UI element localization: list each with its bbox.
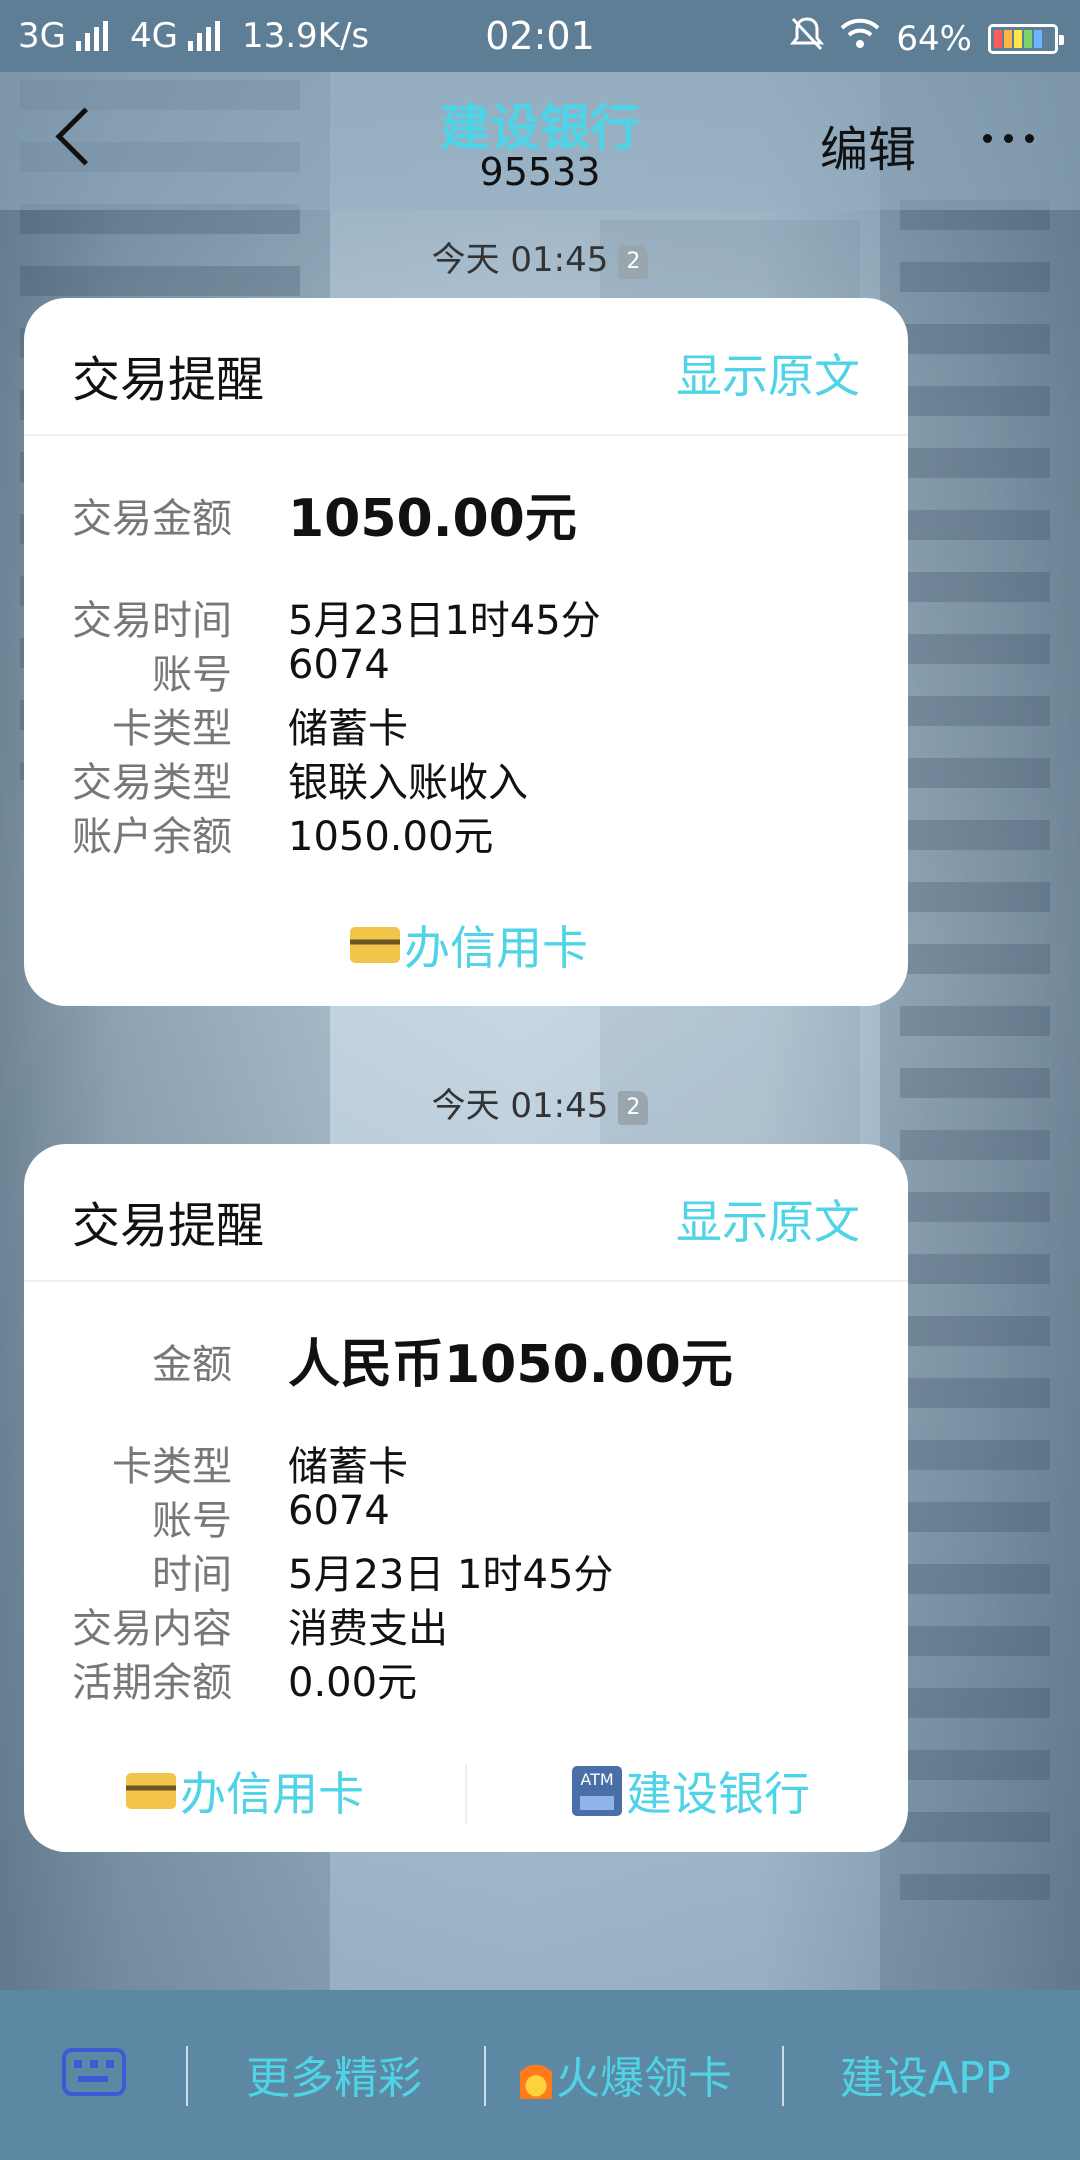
- atm-icon: ATM: [572, 1766, 622, 1816]
- credit-card-icon: [126, 1773, 176, 1809]
- menu-divider: [484, 2046, 486, 2106]
- detail-label: 账号: [152, 652, 232, 698]
- battery-percent: 64%: [896, 18, 972, 59]
- bottom-menu-bar: 更多精彩 火爆领卡 建设APP: [0, 1990, 1080, 2160]
- detail-row: 活期余额 0.00元: [24, 1650, 908, 1706]
- detail-label: 交易金额: [72, 496, 232, 542]
- detail-value: 银联入账收入: [288, 760, 528, 806]
- detail-row: 时间 5月23日 1时45分: [24, 1542, 908, 1598]
- transaction-card: 交易提醒 显示原文 金额 人民币1050.00元 卡类型 储蓄卡 账号 6074…: [24, 1144, 908, 1852]
- detail-value: 储蓄卡: [288, 706, 408, 752]
- detail-label: 时间: [152, 1552, 232, 1598]
- detail-row: 账号 6074: [24, 642, 908, 698]
- menu-divider: [782, 2046, 784, 2106]
- card-header: 交易提醒 显示原文: [24, 298, 908, 436]
- timestamp-text: 今天 01:45: [431, 1086, 609, 1126]
- detail-label: 交易时间: [72, 598, 232, 644]
- detail-value: 5月23日1时45分: [288, 598, 601, 644]
- detail-label: 卡类型: [112, 706, 232, 752]
- message-timestamp: 今天 01:45 2: [0, 1078, 1080, 1127]
- battery-icon: [988, 23, 1064, 54]
- detail-value: 人民币1050.00元: [288, 1335, 733, 1395]
- detail-row: 交易类型 银联入账收入: [24, 750, 908, 806]
- transaction-card: 交易提醒 显示原文 交易金额 1050.00元 交易时间 5月23日1时45分 …: [24, 298, 908, 1006]
- footer-divider: [465, 1764, 467, 1824]
- message-timestamp: 今天 01:45 2: [0, 232, 1080, 281]
- detail-row: 金额 人民币1050.00元: [24, 1322, 908, 1395]
- conversation-header: 建设银行 95533 编辑: [0, 72, 1080, 210]
- detail-value: 6074: [288, 642, 390, 688]
- keyboard-icon[interactable]: [62, 2048, 126, 2096]
- more-options-icon[interactable]: [983, 134, 1034, 143]
- detail-row: 交易金额 1050.00元: [24, 476, 908, 549]
- ccb-app-button[interactable]: ATM 建设银行: [572, 1758, 810, 1824]
- show-original-button[interactable]: 显示原文: [676, 340, 860, 406]
- card-header: 交易提醒 显示原文: [24, 1144, 908, 1282]
- detail-value: 0.00元: [288, 1660, 418, 1706]
- detail-value: 1050.00元: [288, 489, 577, 549]
- detail-row: 卡类型 储蓄卡: [24, 696, 908, 752]
- wifi-icon: [840, 18, 880, 59]
- show-original-button[interactable]: 显示原文: [676, 1186, 860, 1252]
- detail-row: 卡类型 储蓄卡: [24, 1434, 908, 1490]
- sim-badge: 2: [618, 244, 649, 279]
- ccb-app-label: 建设银行: [626, 1767, 810, 1821]
- edit-button[interactable]: 编辑: [820, 110, 916, 180]
- detail-label: 活期余额: [72, 1660, 232, 1706]
- detail-label: 交易类型: [72, 760, 232, 806]
- apply-credit-card-button[interactable]: 办信用卡: [126, 1758, 364, 1824]
- detail-value: 消费支出: [288, 1606, 448, 1652]
- apply-credit-card-button[interactable]: 办信用卡: [350, 912, 588, 978]
- apply-credit-card-label: 办信用卡: [180, 1767, 364, 1821]
- menu-hot-card-label: 火爆领卡: [556, 2053, 732, 2104]
- menu-more-highlights[interactable]: 更多精彩: [246, 2042, 422, 2106]
- detail-value: 储蓄卡: [288, 1444, 408, 1490]
- detail-label: 账户余额: [72, 814, 232, 860]
- detail-label: 账号: [152, 1498, 232, 1544]
- menu-hot-card[interactable]: 火爆领卡: [520, 2042, 732, 2106]
- timestamp-text: 今天 01:45: [431, 240, 609, 280]
- menu-ccb-app[interactable]: 建设APP: [840, 2042, 1011, 2106]
- status-bar: 3G 4G 13.9K/s 02:01 64%: [0, 0, 1080, 72]
- detail-row: 交易时间 5月23日1时45分: [24, 588, 908, 644]
- detail-row: 账户余额 1050.00元: [24, 804, 908, 860]
- detail-label: 卡类型: [112, 1444, 232, 1490]
- detail-label: 金额: [152, 1342, 232, 1388]
- menu-divider: [186, 2046, 188, 2106]
- detail-label: 交易内容: [72, 1606, 232, 1652]
- detail-row: 交易内容 消费支出: [24, 1596, 908, 1652]
- detail-value: 6074: [288, 1488, 390, 1534]
- detail-row: 账号 6074: [24, 1488, 908, 1544]
- apply-credit-card-label: 办信用卡: [404, 921, 588, 975]
- card-title: 交易提醒: [72, 352, 265, 408]
- credit-card-icon: [350, 927, 400, 963]
- detail-value: 1050.00元: [288, 814, 494, 860]
- mute-bell-icon: [790, 16, 825, 61]
- fire-icon: [520, 2055, 552, 2099]
- detail-value: 5月23日 1时45分: [288, 1552, 614, 1598]
- card-title: 交易提醒: [72, 1198, 265, 1254]
- sim-badge: 2: [618, 1090, 649, 1125]
- sender-number: 95533: [479, 150, 601, 194]
